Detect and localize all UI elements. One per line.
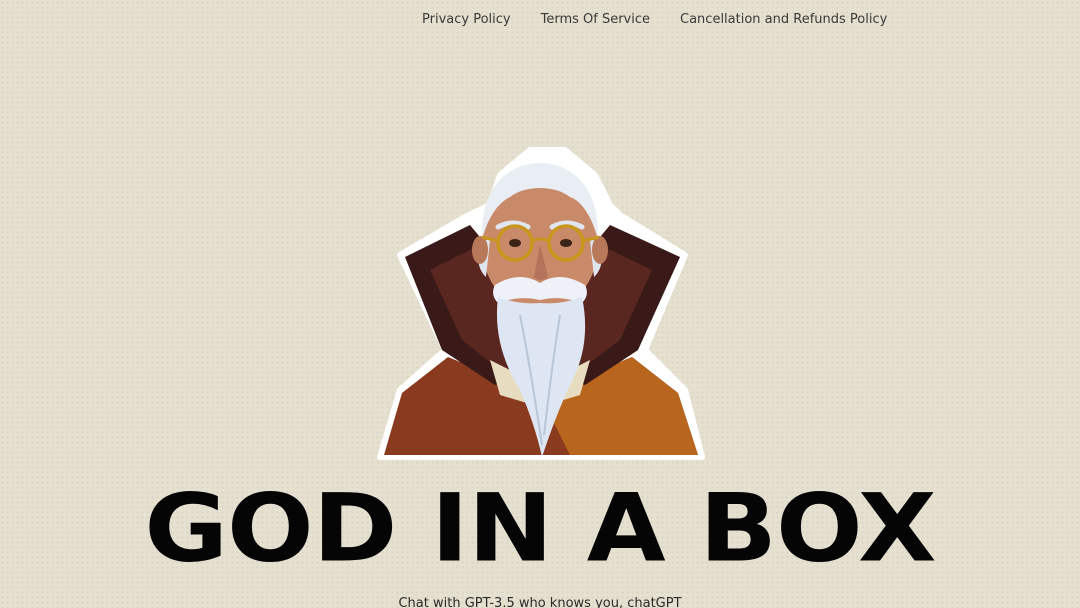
cancellation-refunds-link[interactable]: Cancellation and Refunds Policy [665,10,902,29]
page-subtitle: Chat with GPT-3.5 who knows you, chatGPT [398,596,682,608]
terms-of-service-link[interactable]: Terms Of Service [526,10,665,29]
wizard-sticker-icon [377,147,705,460]
privacy-policy-link[interactable]: Privacy Policy [407,10,526,29]
wizard-illustration [370,145,710,465]
top-nav: Privacy Policy Terms Of Service Cancella… [407,10,902,29]
page-title: GOD IN A BOX [144,473,936,584]
